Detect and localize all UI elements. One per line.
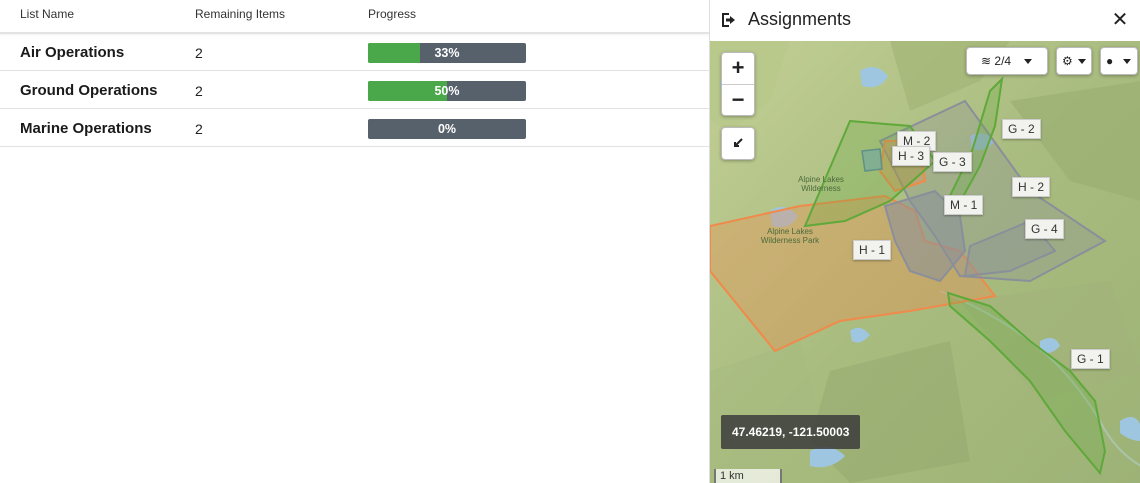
remaining-items: 2 (195, 45, 203, 61)
header-progress[interactable]: Progress (368, 7, 416, 21)
map-place-label: Alpine Lakes Wilderness Park (760, 227, 820, 245)
list-panel: List Name Remaining Items Progress Air O… (0, 0, 709, 483)
layers-dropdown[interactable]: ≋ 2/4 (966, 47, 1048, 75)
layers-count: 2/4 (994, 54, 1012, 68)
progress-label: 0% (437, 122, 457, 136)
progress-label: 33% (434, 46, 460, 60)
zoom-control: + − (721, 52, 755, 116)
assignment-label[interactable]: M - 1 (944, 195, 984, 215)
assignment-label[interactable]: H - 1 (853, 240, 892, 260)
list-row-air-operations[interactable]: Air Operations 2 33% (0, 33, 709, 71)
remaining-items: 2 (195, 83, 203, 99)
progress-label: 50% (434, 84, 460, 98)
header-list-name[interactable]: List Name (20, 7, 74, 21)
layers-icon: ≋ (981, 54, 992, 68)
list-row-marine-operations[interactable]: Marine Operations 2 0% (0, 109, 709, 147)
zoom-out-button[interactable]: − (722, 85, 754, 116)
compress-icon (734, 138, 743, 147)
list-row-ground-operations[interactable]: Ground Operations 2 50% (0, 71, 709, 109)
basemap-dropdown[interactable]: ● (1100, 47, 1138, 75)
fit-bounds-button[interactable] (721, 127, 755, 160)
progress-bar: 0% (368, 119, 526, 139)
map-place-label: Alpine Lakes Wilderness (798, 175, 844, 193)
scale-bar: 1 km (714, 469, 782, 483)
coordinates-readout: 47.46219, -121.50003 (721, 415, 861, 449)
assignments-map[interactable]: Alpine Lakes Wilderness Alpine Lakes Wil… (710, 41, 1140, 483)
chevron-down-icon (1122, 59, 1131, 65)
assignment-label[interactable]: G - 1 (1071, 349, 1110, 369)
progress-bar: 50% (368, 81, 526, 101)
settings-dropdown[interactable]: ⚙ (1056, 47, 1092, 75)
sign-out-icon[interactable] (721, 12, 739, 28)
assignments-panel: Assignments ✕ Alpine Lakes Wilderness Al… (709, 0, 1140, 483)
list-header: List Name Remaining Items Progress (0, 0, 709, 34)
close-button[interactable]: ✕ (1109, 9, 1131, 31)
assignments-header: Assignments ✕ (710, 0, 1140, 41)
assignment-label[interactable]: G - 3 (933, 152, 972, 172)
assignment-label[interactable]: H - 3 (892, 146, 931, 166)
header-remaining-items[interactable]: Remaining Items (195, 7, 285, 21)
progress-bar: 33% (368, 43, 526, 63)
chevron-down-icon (1024, 59, 1033, 65)
assignment-label[interactable]: G - 2 (1002, 119, 1041, 139)
panel-title: Assignments (748, 9, 852, 29)
list-name[interactable]: Ground Operations (20, 82, 158, 99)
zoom-in-button[interactable]: + (722, 53, 754, 85)
globe-icon: ● (1106, 54, 1114, 68)
chevron-down-icon (1078, 59, 1087, 65)
remaining-items: 2 (195, 121, 203, 137)
list-name[interactable]: Marine Operations (20, 120, 152, 137)
gear-icon: ⚙ (1062, 54, 1073, 68)
assignment-label[interactable]: G - 4 (1025, 219, 1064, 239)
assignment-label[interactable]: H - 2 (1012, 177, 1051, 197)
list-name[interactable]: Air Operations (20, 44, 124, 61)
